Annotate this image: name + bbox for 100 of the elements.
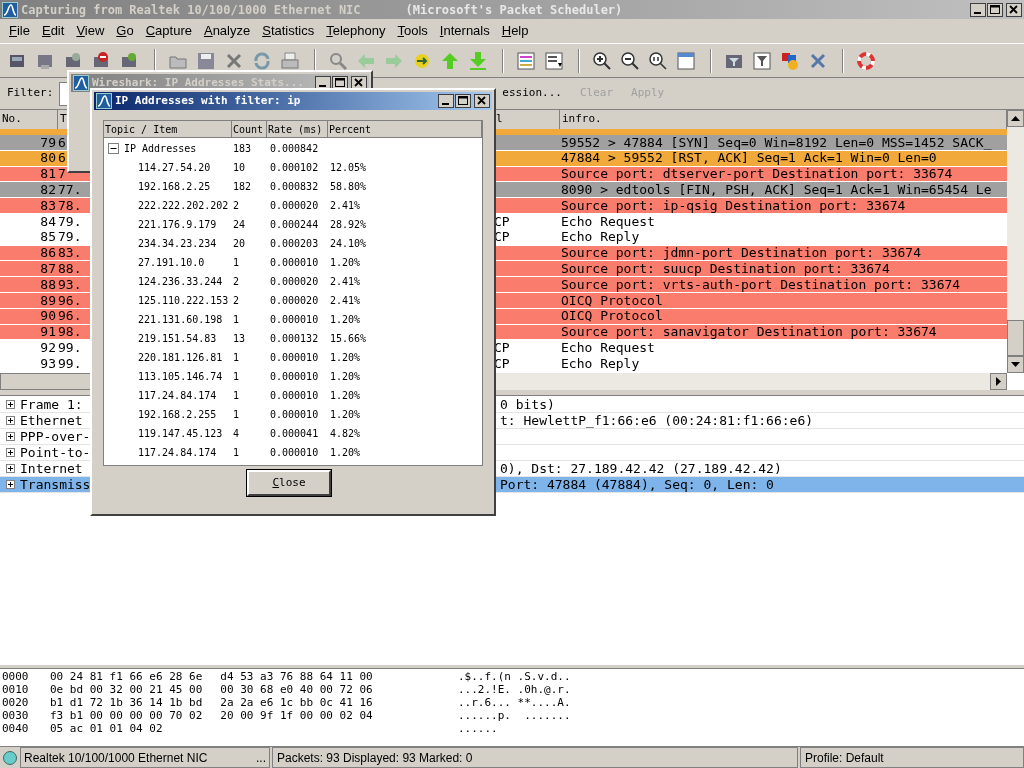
hex-ascii: ..r.6... **....A. xyxy=(458,696,571,709)
status-circle-icon[interactable] xyxy=(2,749,18,766)
packet-number: 79 xyxy=(40,133,56,152)
packet-info: Source port: sanavigator Destination port: 33674 xyxy=(561,324,937,340)
hex-bytes: 00 24 81 f1 66 e6 28 6e xyxy=(50,670,203,683)
expand-icon[interactable] xyxy=(6,432,15,441)
reload-icon[interactable] xyxy=(252,50,272,71)
scroll-down-icon[interactable] xyxy=(1007,356,1024,373)
tree-percent: 1.20% xyxy=(330,314,361,325)
expand-icon[interactable] xyxy=(6,464,15,473)
filter-label: Filter: xyxy=(7,85,54,102)
packet-time: 79. xyxy=(58,213,82,229)
hex-bytes: f3 b1 00 00 00 00 70 02 xyxy=(50,709,203,722)
close-icon[interactable] xyxy=(474,94,490,108)
menu-item[interactable]: View xyxy=(70,21,111,41)
zoom-out-icon[interactable] xyxy=(620,50,640,71)
tree-row[interactable]: 117.24.84.174 1 0.000010 1.20% xyxy=(104,443,482,462)
tree-count: 2 xyxy=(233,276,240,287)
lifebuoy-icon[interactable] xyxy=(856,50,876,71)
column-header[interactable]: Rate (ms) xyxy=(267,121,328,138)
packet-time: 88. xyxy=(58,261,82,277)
menu-item[interactable]: Edit xyxy=(35,21,71,41)
menu-item[interactable]: Statistics xyxy=(256,21,321,41)
packet-info: Source port: jdmn-port Destination port: 33674 xyxy=(561,245,922,261)
tree-percent: 58.80% xyxy=(330,181,367,192)
packet-info: Echo Request xyxy=(561,213,655,229)
expand-icon[interactable] xyxy=(6,400,15,409)
tree-percent: 28.92% xyxy=(330,219,367,230)
packet-time: 6 xyxy=(58,134,66,150)
maximize-icon[interactable] xyxy=(455,94,471,108)
packet-number: 92 xyxy=(40,339,56,357)
tree-row[interactable]: 125.110.222.153 2 0.000020 2.41% xyxy=(104,291,482,310)
menu-item[interactable]: Internals xyxy=(433,21,496,41)
column-header[interactable]: Topic / Item xyxy=(104,121,232,138)
colored-list-icon[interactable] xyxy=(516,50,536,71)
column-header[interactable]: Percent xyxy=(328,121,482,138)
packet-info: 47884 > 59552 [RST, ACK] Seq=1 Ack=1 Win=0 Len=0 xyxy=(561,150,937,166)
scrollbar-thumb[interactable] xyxy=(1007,320,1024,356)
search-icon[interactable] xyxy=(328,50,348,71)
packet-time: 7 xyxy=(58,166,66,182)
printer-icon[interactable] xyxy=(280,50,300,71)
scroll-right-icon[interactable] xyxy=(990,373,1007,390)
window-subtitle: (Microsoft's Packet Scheduler) xyxy=(405,1,623,19)
tree-count: 2 xyxy=(233,200,240,211)
packet-time: 77. xyxy=(58,182,82,198)
menu-item[interactable]: Tools xyxy=(391,21,434,41)
hex-ascii: ......p. ....... xyxy=(458,709,571,722)
menu-item[interactable]: Analyze xyxy=(197,21,257,41)
packet-time: 79. xyxy=(58,229,82,245)
status-more[interactable]: ... xyxy=(256,748,266,767)
tree-item: 222.222.202.202 xyxy=(138,199,229,213)
packet-info: Source port: ip-qsig Destination port: 33674 xyxy=(561,197,906,213)
tree-rate: 0.000020 xyxy=(270,295,319,306)
display-filter-icon[interactable] xyxy=(752,50,772,71)
scroll-up-icon[interactable] xyxy=(1007,110,1024,127)
list-scroll-icon[interactable] xyxy=(544,50,564,71)
app-logo-icon xyxy=(2,1,18,18)
minimize-icon[interactable] xyxy=(970,2,986,17)
menu-item[interactable]: File xyxy=(3,21,36,41)
packet-info: Echo Reply xyxy=(561,229,640,245)
vertical-scrollbar[interactable] xyxy=(1007,110,1024,373)
expand-icon[interactable] xyxy=(6,448,15,457)
maximize-icon[interactable] xyxy=(987,2,1003,17)
hex-ascii: ...2.!E. .0h.@.r. xyxy=(458,683,571,696)
window-title: Capturing from Realtek 10/100/1000 Ethernet NIC xyxy=(21,1,361,19)
column-header[interactable]: Count xyxy=(232,121,267,138)
menu-item[interactable]: Go xyxy=(110,21,140,41)
zoom-reset-icon[interactable] xyxy=(648,50,668,71)
tree-item: 119.147.45.123 xyxy=(138,427,223,441)
packet-info: 8090 > edtools [FIN, PSH, ACK] Seq=1 Ack=1 Win=65454 Le xyxy=(561,182,992,198)
menu-item[interactable]: Help xyxy=(495,21,535,41)
expand-icon[interactable] xyxy=(6,480,15,489)
resize-columns-icon[interactable] xyxy=(676,50,696,71)
hex-offset: 0010 xyxy=(2,683,30,696)
hex-bytes: 20 00 9f 1f 00 00 02 04 xyxy=(220,709,373,722)
hex-bytes: 05 ac 01 01 04 02 xyxy=(50,722,163,735)
packet-time: 96. xyxy=(58,308,82,324)
minimize-icon[interactable] xyxy=(438,94,454,108)
packet-time: 83. xyxy=(58,245,82,261)
packet-number: 85 xyxy=(40,228,56,247)
tree-count: 1 xyxy=(233,447,240,458)
zoom-in-icon[interactable] xyxy=(592,50,612,71)
close-icon[interactable] xyxy=(1006,2,1022,17)
filter-button[interactable]: ession... xyxy=(497,82,567,105)
collapse-icon[interactable] xyxy=(108,143,119,154)
tree-rate: 0.000010 xyxy=(270,447,319,458)
tree-count: 1 xyxy=(233,371,240,382)
expand-icon[interactable] xyxy=(6,416,15,425)
close-button[interactable]: Close xyxy=(247,470,331,496)
tree-row[interactable]: 222.222.202.202 2 0.000020 2.41% xyxy=(104,196,482,215)
packet-number: 86 xyxy=(40,244,56,263)
status-text: Profile: Default xyxy=(805,749,884,767)
menu-item[interactable]: Telephony xyxy=(320,21,392,41)
packet-info: 59552 > 47884 [SYN] Seq=0 Win=8192 Len=0 MSS=1452 SACK_ xyxy=(561,134,992,150)
menu-item[interactable]: Capture xyxy=(139,21,198,41)
detail-text: Internet xyxy=(20,460,83,476)
hex-bytes: 00 30 68 e0 40 00 72 06 xyxy=(220,683,373,696)
tree-count: 1 xyxy=(233,314,240,325)
app-logo-icon xyxy=(96,93,112,109)
tree-rate: 0.000020 xyxy=(270,276,319,287)
